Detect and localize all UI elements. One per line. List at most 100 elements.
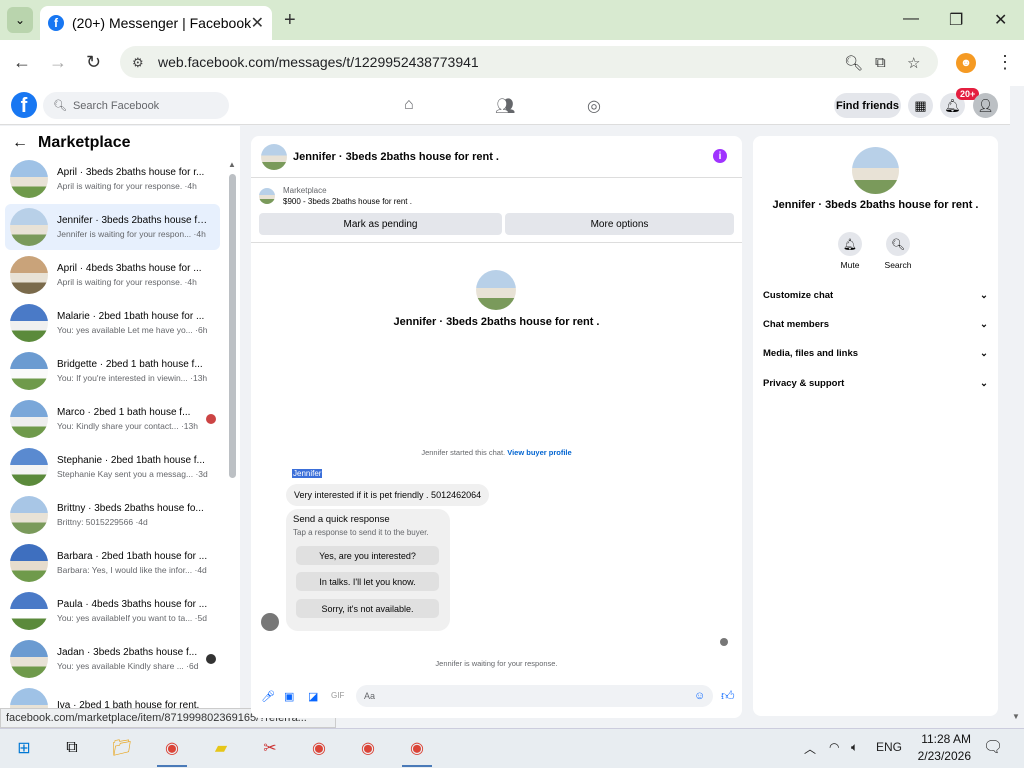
windows-start-icon[interactable]: ⊞ [11, 736, 37, 760]
quick-reply-in-talks[interactable]: In talks. I'll let you know. [296, 572, 439, 591]
panel-title: Jennifer · 3beds 2baths house for rent . [772, 199, 979, 211]
conversation-preview: You: If you're interested in viewin... ·… [57, 373, 208, 383]
chrome-profile-4-icon[interactable]: ◉ [404, 736, 430, 760]
zoom-icon[interactable]: 🔍︎ [844, 54, 863, 72]
sender-name: Jennifer [292, 469, 323, 478]
scroll-up-arrow[interactable]: ▲ [228, 160, 236, 169]
message-input[interactable]: Aa [356, 685, 713, 707]
snipping-tool-icon[interactable]: ✂ [257, 736, 283, 760]
browser-profile-avatar[interactable]: ☻ [956, 53, 976, 73]
conversation-item[interactable]: Marco · 2bed 1 bath house f... You: Kindl… [5, 396, 220, 442]
conversation-item[interactable]: Bridgette · 2bed 1 bath house f... You: I… [5, 348, 220, 394]
chrome-icon[interactable]: ◉ [159, 736, 185, 760]
friends-icon[interactable]: 👥︎ [495, 96, 515, 116]
page-scroll-down-arrow[interactable]: ▼ [1012, 712, 1020, 721]
participant-mini-avatar [206, 654, 216, 664]
window-close-icon[interactable]: ✕ [994, 10, 1007, 30]
microphone-icon[interactable]: 🎤︎ [261, 690, 275, 703]
conversation-title: Jadan · 3beds 2baths house f... [57, 647, 198, 658]
sidebar-scrollbar[interactable] [229, 174, 236, 478]
privacy-support-item[interactable]: Privacy & support ⌄ [763, 378, 988, 389]
conversation-item[interactable]: Stephanie · 2bed 1bath house f... Stephan… [5, 444, 220, 490]
media-files-links-item[interactable]: Media, files and links ⌄ [763, 348, 988, 359]
conversation-avatar [10, 640, 48, 678]
conversation-preview: You: Kindly share your contact... ·13h [57, 421, 198, 431]
chrome-profile-3-icon[interactable]: ◉ [355, 736, 381, 760]
photo-icon[interactable]: ▣ [284, 690, 294, 703]
notification-center-icon[interactable]: 🗨︎ [983, 737, 1003, 757]
chat-started-notice: Jennifer started this chat. View buyer p… [251, 448, 742, 457]
site-info-icon[interactable]: ⚙ [132, 55, 144, 71]
conversation-item[interactable]: Jadan · 3beds 2baths house f... You: yes … [5, 636, 220, 682]
chat-header: Jennifer · 3beds 2baths house for rent . [251, 136, 742, 178]
more-options-button[interactable]: More options [505, 213, 734, 235]
sticky-notes-icon[interactable]: ▰ [208, 736, 234, 760]
close-tab-icon[interactable]: ✕ [251, 13, 264, 33]
customize-chat-item[interactable]: Customize chat ⌄ [763, 290, 988, 301]
participant-mini-avatar [206, 414, 216, 424]
chat-header-avatar[interactable] [261, 143, 287, 170]
mute-action[interactable]: 🔔︎ Mute [830, 232, 870, 270]
message-bubble[interactable]: Very interested if it is pet friendly . … [286, 484, 490, 506]
system-clock[interactable]: 11:28 AM 2/23/2026 [906, 731, 971, 765]
gif-icon[interactable]: GIF [331, 691, 344, 700]
tab-search-dropdown-icon[interactable]: ⌄ [7, 7, 33, 33]
conversation-item[interactable]: April · 4beds 3baths house for ... April … [5, 252, 220, 298]
home-icon[interactable]: ⌂ [404, 96, 414, 114]
restore-icon[interactable]: ❐ [949, 10, 963, 30]
info-icon[interactable]: i [713, 149, 727, 163]
conversation-avatar [10, 256, 48, 294]
item-label: Media, files and links [763, 348, 859, 359]
menu-grid-icon[interactable]: ▦ [908, 93, 933, 118]
conversation-text: Stephanie · 2bed 1bath house f... Stephan… [57, 455, 209, 479]
bookmark-star-icon[interactable]: ☆ [907, 54, 920, 72]
search-action[interactable]: 🔍︎ Search [878, 232, 918, 270]
search-placeholder: Search Facebook [72, 99, 160, 112]
back-icon[interactable]: ← [13, 52, 31, 73]
conversation-item[interactable]: April · 3beds 2baths house for r... April… [5, 156, 220, 202]
chat-members-item[interactable]: Chat members ⌄ [763, 319, 988, 330]
conversation-avatar [10, 352, 48, 390]
url-text: web.facebook.com/messages/t/122995243877… [158, 54, 479, 70]
conversation-item[interactable]: Barbara · 2bed 1bath house for ... Barbar… [5, 540, 220, 586]
conversation-preview: Stephanie Kay sent you a messag... ·3d [57, 469, 208, 479]
url-field[interactable]: web.facebook.com/messages/t/122995243877… [120, 46, 938, 78]
language-indicator[interactable]: ENG [876, 740, 902, 754]
quick-reply-not-available[interactable]: Sorry, it's not available. [296, 599, 439, 618]
browser-tab[interactable]: f (20+) Messenger | Facebook ✕ [40, 6, 272, 40]
conversation-item[interactable]: Malarie · 2bed 1bath house for ... You: y… [5, 300, 220, 346]
file-explorer-icon[interactable]: 📁︎ [109, 736, 135, 760]
install-app-icon[interactable]: ⧉ [875, 54, 886, 71]
browser-menu-icon[interactable]: ⋮ [996, 52, 1014, 73]
quick-reply-yes[interactable]: Yes, are you interested? [296, 546, 439, 565]
emoji-icon[interactable]: ☺ [694, 690, 705, 702]
task-view-icon[interactable]: ⧉ [59, 736, 85, 760]
conversation-item[interactable]: Brittny · 3beds 2baths house fo... Brittn… [5, 492, 220, 538]
chat-header-title[interactable]: Jennifer · 3beds 2baths house for rent . [293, 151, 499, 163]
chrome-profile-2-icon[interactable]: ◉ [306, 736, 332, 760]
thumbs-up-icon[interactable]: 👍︎ [721, 688, 735, 704]
mark-as-pending-button[interactable]: Mark as pending [259, 213, 502, 235]
volume-icon[interactable]: 🔈︎ [851, 740, 858, 755]
chat-window: Jennifer · 3beds 2baths house for rent .… [251, 136, 742, 718]
sticker-icon[interactable]: ◪ [308, 690, 318, 703]
wifi-icon[interactable]: ◠ [829, 740, 839, 754]
forward-icon[interactable]: → [49, 52, 67, 73]
conversation-avatar [10, 304, 48, 342]
conversation-item[interactable]: Jennifer · 3beds 2baths house fo... Jenni… [5, 204, 220, 250]
groups-icon[interactable]: ◎ [587, 96, 601, 116]
marketplace-listing[interactable]: Marketplace $900 - 3beds 2baths house fo… [259, 186, 412, 206]
find-friends-button[interactable]: Find friends [834, 93, 901, 118]
minimize-icon[interactable]: — [903, 10, 919, 28]
reload-icon[interactable]: ↻ [86, 52, 101, 73]
new-tab-icon[interactable]: + [284, 9, 296, 32]
facebook-search-input[interactable]: 🔍︎ Search Facebook [43, 92, 229, 119]
show-hidden-icons-icon[interactable]: ︿ [804, 740, 816, 757]
view-buyer-profile-link[interactable]: View buyer profile [507, 448, 571, 457]
facebook-logo-icon[interactable]: f [11, 92, 37, 118]
listing-title: $900 - 3beds 2baths house for rent . [283, 197, 412, 206]
back-arrow-icon[interactable]: ← [12, 134, 28, 152]
conversation-text: April · 4beds 3baths house for ... April … [57, 263, 209, 287]
account-avatar[interactable]: 👤︎ [973, 93, 998, 118]
conversation-item[interactable]: Paula · 4beds 3baths house for ... You: y… [5, 588, 220, 634]
